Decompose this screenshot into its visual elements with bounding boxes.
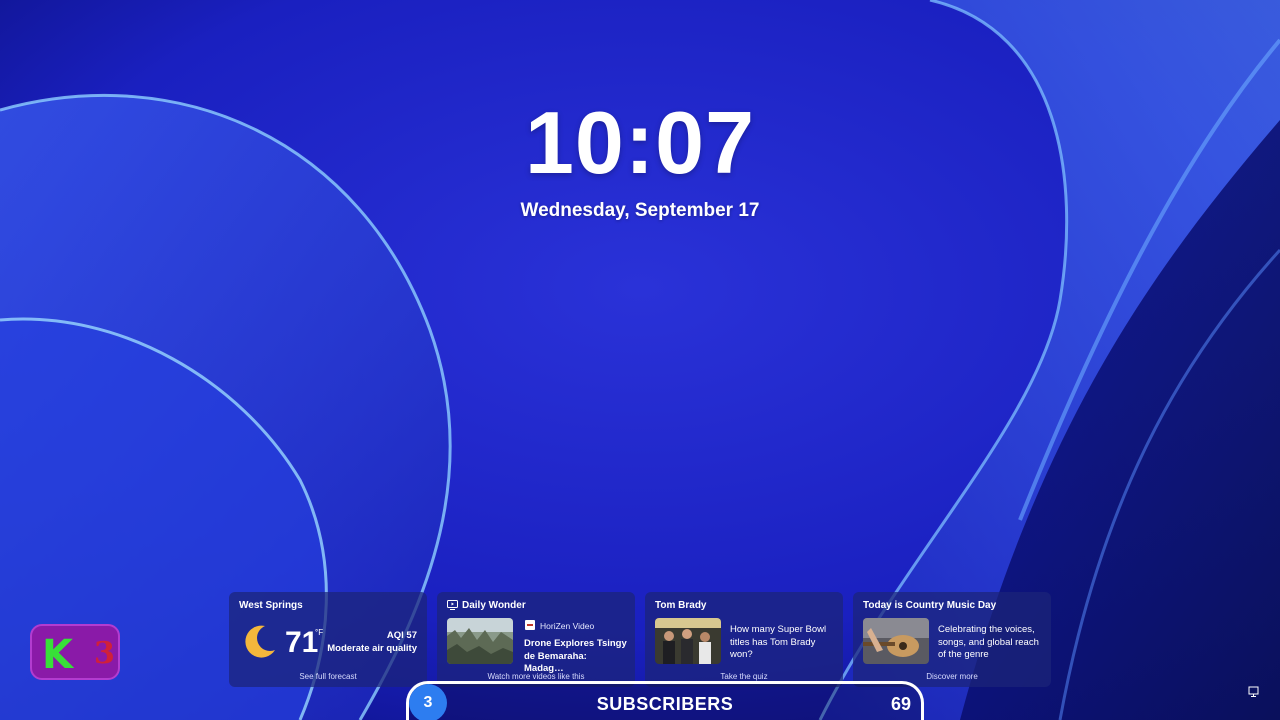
subscriber-label: SUBSCRIBERS — [596, 694, 734, 714]
daily-wonder-more-link[interactable]: Watch more videos like this — [437, 672, 635, 681]
lock-clock: 10:07 — [524, 93, 756, 192]
weather-unit: °F — [315, 628, 324, 637]
quiz-link[interactable]: Take the quiz — [645, 672, 843, 681]
country-music-title: Today is Country Music Day — [863, 600, 997, 611]
channel-logo: K 3 — [30, 624, 120, 680]
weather-temperature: 71 — [285, 626, 319, 659]
network-icon[interactable] — [1248, 686, 1260, 698]
lock-date: Wednesday, September 17 — [520, 200, 760, 221]
subscriber-bar: 3 SUBSCRIBERS 69 — [406, 681, 924, 720]
daily-wonder-title: Daily Wonder — [462, 600, 526, 611]
daily-wonder-source: HoriZen Video — [540, 621, 595, 631]
weather-widget[interactable]: West Springs 71 °F AQI 57 Moderate air q… — [229, 592, 427, 687]
weather-forecast-link[interactable]: See full forecast — [229, 672, 427, 681]
country-music-widget[interactable]: Today is Country Music Day Celebrating t… — [853, 592, 1051, 687]
daily-wonder-thumbnail[interactable] — [447, 618, 513, 664]
logo-number: 3 — [94, 636, 115, 671]
country-music-description[interactable]: Celebrating the voices, songs, and globa… — [938, 624, 1046, 662]
lock-screen: 10:07 Wednesday, September 17 West Sprin… — [0, 0, 1280, 720]
weather-aqi-description: Moderate air quality — [327, 643, 417, 654]
video-icon — [447, 600, 458, 610]
moon-icon — [245, 625, 275, 658]
country-music-discover-link[interactable]: Discover more — [853, 672, 1051, 681]
quiz-thumbnail[interactable] — [655, 618, 721, 664]
source-logo-icon — [525, 620, 535, 630]
quiz-widget[interactable]: Tom Brady How many Super Bowl titles has… — [645, 592, 843, 687]
quiz-question[interactable]: How many Super Bowl titles has Tom Brady… — [730, 624, 834, 662]
country-music-thumbnail[interactable] — [863, 618, 929, 664]
subscriber-count: 69 — [890, 694, 911, 714]
daily-wonder-headline[interactable]: Drone Explores Tsingy de Bemaraha: Madag… — [524, 638, 628, 676]
weather-aqi: AQI 57 — [386, 630, 417, 641]
weather-location: West Springs — [239, 600, 303, 611]
quiz-title: Tom Brady — [655, 600, 707, 611]
logo-letter: K — [42, 632, 73, 678]
daily-wonder-widget[interactable]: Daily Wonder HoriZen Video Drone Explore… — [437, 592, 635, 687]
